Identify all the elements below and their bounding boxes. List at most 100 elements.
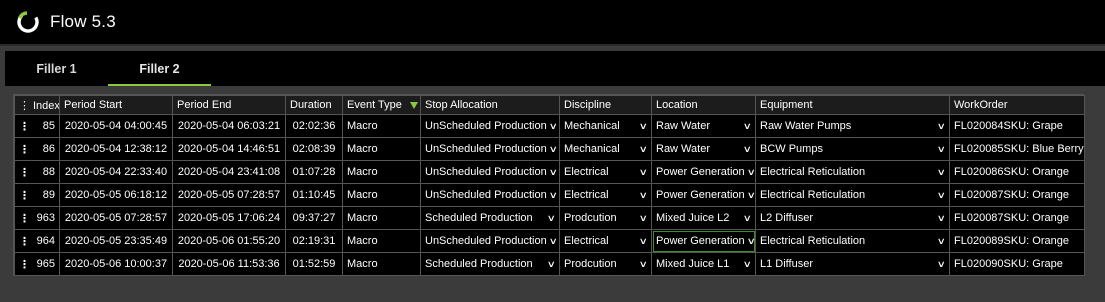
grid-header-row: ⋮ Index Period Start Period End Duration … bbox=[14, 95, 1085, 115]
stop-allocation-dropdown[interactable]: UnScheduled Production ∨ bbox=[420, 183, 560, 207]
chevron-down-icon: ∨ bbox=[548, 235, 558, 246]
equipment-dropdown[interactable]: Electrical Reticulation ∨ bbox=[755, 183, 950, 207]
table-row[interactable]: ⋮ 963 2020-05-05 07:28:57 2020-05-05 17:0… bbox=[14, 206, 1085, 230]
chevron-down-icon: ∨ bbox=[639, 189, 649, 200]
chevron-down-icon: ∨ bbox=[547, 258, 557, 269]
chevron-down-icon: ∨ bbox=[639, 120, 649, 131]
location-dropdown[interactable]: Raw Water ∨ bbox=[651, 137, 756, 161]
column-header-equipment[interactable]: Equipment bbox=[755, 95, 950, 115]
column-header-event-type[interactable]: Event Type bbox=[342, 95, 421, 115]
chevron-down-icon: ∨ bbox=[746, 189, 756, 200]
index-cell: ⋮ 965 bbox=[14, 252, 60, 276]
discipline-dropdown[interactable]: Mechanical ∨ bbox=[559, 137, 652, 161]
stop-allocation-dropdown[interactable]: Scheduled Production ∨ bbox=[420, 252, 560, 276]
location-dropdown[interactable]: Power Generation ∨ bbox=[651, 160, 756, 184]
table-row[interactable]: ⋮ 964 2020-05-05 23:35:49 2020-05-06 01:5… bbox=[14, 229, 1085, 253]
column-header-stop-allocation[interactable]: Stop Allocation bbox=[420, 95, 560, 115]
chevron-down-icon: ∨ bbox=[639, 235, 649, 246]
chevron-down-icon: ∨ bbox=[548, 166, 558, 177]
column-header-period-end[interactable]: Period End bbox=[172, 95, 286, 115]
column-header-location[interactable]: Location bbox=[651, 95, 756, 115]
row-menu-icon[interactable]: ⋮ bbox=[19, 166, 30, 179]
chevron-down-icon: ∨ bbox=[937, 235, 947, 246]
row-menu-icon[interactable]: ⋮ bbox=[19, 143, 30, 156]
chevron-down-icon: ∨ bbox=[937, 143, 947, 154]
discipline-dropdown[interactable]: Electrical ∨ bbox=[559, 160, 652, 184]
filter-icon[interactable] bbox=[409, 101, 418, 109]
chevron-down-icon: ∨ bbox=[743, 143, 753, 154]
chevron-down-icon: ∨ bbox=[743, 212, 753, 223]
duration-cell: 01:07:28 bbox=[285, 160, 343, 184]
equipment-dropdown[interactable]: L2 Diffuser ∨ bbox=[755, 206, 950, 230]
workorder-cell: FL020086SKU: Orange bbox=[949, 160, 1085, 184]
period-start-cell: 2020-05-04 12:38:12 bbox=[59, 137, 173, 161]
period-start-cell: 2020-05-04 22:33:40 bbox=[59, 160, 173, 184]
row-menu-icon[interactable]: ⋮ bbox=[19, 120, 30, 133]
discipline-dropdown[interactable]: Prodcution ∨ bbox=[559, 252, 652, 276]
location-dropdown[interactable]: Raw Water ∨ bbox=[651, 114, 756, 138]
index-cell: ⋮ 964 bbox=[14, 229, 60, 253]
index-cell: ⋮ 85 bbox=[14, 114, 60, 138]
location-dropdown[interactable]: Power Generation ∨ bbox=[651, 183, 756, 207]
chevron-down-icon: ∨ bbox=[937, 166, 947, 177]
duration-cell: 02:19:31 bbox=[285, 229, 343, 253]
column-menu-icon[interactable]: ⋮ bbox=[19, 99, 30, 112]
table-row[interactable]: ⋮ 86 2020-05-04 12:38:12 2020-05-04 14:46… bbox=[14, 137, 1085, 161]
equipment-dropdown[interactable]: Raw Water Pumps ∨ bbox=[755, 114, 950, 138]
stop-allocation-dropdown[interactable]: Scheduled Production ∨ bbox=[420, 206, 560, 230]
column-header-workorder[interactable]: WorkOrder bbox=[949, 95, 1085, 115]
index-cell: ⋮ 88 bbox=[14, 160, 60, 184]
equipment-dropdown[interactable]: Electrical Reticulation ∨ bbox=[755, 160, 950, 184]
duration-cell: 01:10:45 bbox=[285, 183, 343, 207]
chevron-down-icon: ∨ bbox=[548, 120, 558, 131]
discipline-dropdown[interactable]: Electrical ∨ bbox=[559, 229, 652, 253]
tab-filler-1[interactable]: Filler 1 bbox=[5, 51, 108, 86]
column-header-period-start[interactable]: Period Start bbox=[59, 95, 173, 115]
chevron-down-icon: ∨ bbox=[547, 212, 557, 223]
discipline-dropdown[interactable]: Electrical ∨ bbox=[559, 183, 652, 207]
table-row[interactable]: ⋮ 965 2020-05-06 10:00:37 2020-05-06 11:5… bbox=[14, 252, 1085, 276]
equipment-dropdown[interactable]: L1 Diffuser ∨ bbox=[755, 252, 950, 276]
chevron-down-icon: ∨ bbox=[937, 189, 947, 200]
row-menu-icon[interactable]: ⋮ bbox=[19, 258, 30, 271]
period-end-cell: 2020-05-04 06:03:21 bbox=[172, 114, 286, 138]
row-menu-icon[interactable]: ⋮ bbox=[19, 212, 30, 225]
app-window: Flow 5.3 Filler 1 Filler 2 ⋮ Index Period… bbox=[0, 0, 1105, 302]
stop-allocation-dropdown[interactable]: UnScheduled Production ∨ bbox=[420, 229, 560, 253]
table-row[interactable]: ⋮ 85 2020-05-04 04:00:45 2020-05-04 06:03… bbox=[14, 114, 1085, 138]
chevron-down-icon: ∨ bbox=[937, 120, 947, 131]
stop-allocation-dropdown[interactable]: UnScheduled Production ∨ bbox=[420, 114, 560, 138]
chevron-down-icon: ∨ bbox=[639, 166, 649, 177]
location-dropdown[interactable]: Mixed Juice L2 ∨ bbox=[651, 206, 756, 230]
workorder-cell: FL020090SKU: Grape bbox=[949, 252, 1085, 276]
tab-bar: Filler 1 Filler 2 bbox=[5, 51, 1105, 86]
workorder-cell: FL020089SKU: Orange bbox=[949, 229, 1085, 253]
chevron-down-icon: ∨ bbox=[548, 143, 558, 154]
row-menu-icon[interactable]: ⋮ bbox=[19, 189, 30, 202]
table-row[interactable]: ⋮ 88 2020-05-04 22:33:40 2020-05-04 23:41… bbox=[14, 160, 1085, 184]
stop-allocation-dropdown[interactable]: UnScheduled Production ∨ bbox=[420, 160, 560, 184]
row-menu-icon[interactable]: ⋮ bbox=[19, 235, 30, 248]
duration-cell: 02:08:39 bbox=[285, 137, 343, 161]
table-row[interactable]: ⋮ 89 2020-05-05 06:18:12 2020-05-05 07:28… bbox=[14, 183, 1085, 207]
event-type-cell: Macro bbox=[342, 183, 421, 207]
tab-filler-2[interactable]: Filler 2 bbox=[108, 51, 211, 86]
discipline-dropdown[interactable]: Mechanical ∨ bbox=[559, 114, 652, 138]
index-cell: ⋮ 86 bbox=[14, 137, 60, 161]
flow-logo-icon bbox=[16, 10, 40, 34]
location-dropdown[interactable]: Mixed Juice L1 ∨ bbox=[651, 252, 756, 276]
period-start-cell: 2020-05-06 10:00:37 bbox=[59, 252, 173, 276]
chevron-down-icon: ∨ bbox=[746, 235, 756, 246]
column-header-discipline[interactable]: Discipline bbox=[559, 95, 652, 115]
period-start-cell: 2020-05-05 07:28:57 bbox=[59, 206, 173, 230]
location-dropdown[interactable]: Power Generation ∨ bbox=[651, 229, 756, 253]
column-header-duration[interactable]: Duration bbox=[285, 95, 343, 115]
discipline-dropdown[interactable]: Prodcution ∨ bbox=[559, 206, 652, 230]
period-end-cell: 2020-05-04 14:46:51 bbox=[172, 137, 286, 161]
column-header-index[interactable]: ⋮ Index bbox=[14, 95, 60, 115]
index-cell: ⋮ 89 bbox=[14, 183, 60, 207]
workorder-cell: FL020085SKU: Blue Berry bbox=[949, 137, 1085, 161]
equipment-dropdown[interactable]: Electrical Reticulation ∨ bbox=[755, 229, 950, 253]
equipment-dropdown[interactable]: BCW Pumps ∨ bbox=[755, 137, 950, 161]
stop-allocation-dropdown[interactable]: UnScheduled Production ∨ bbox=[420, 137, 560, 161]
